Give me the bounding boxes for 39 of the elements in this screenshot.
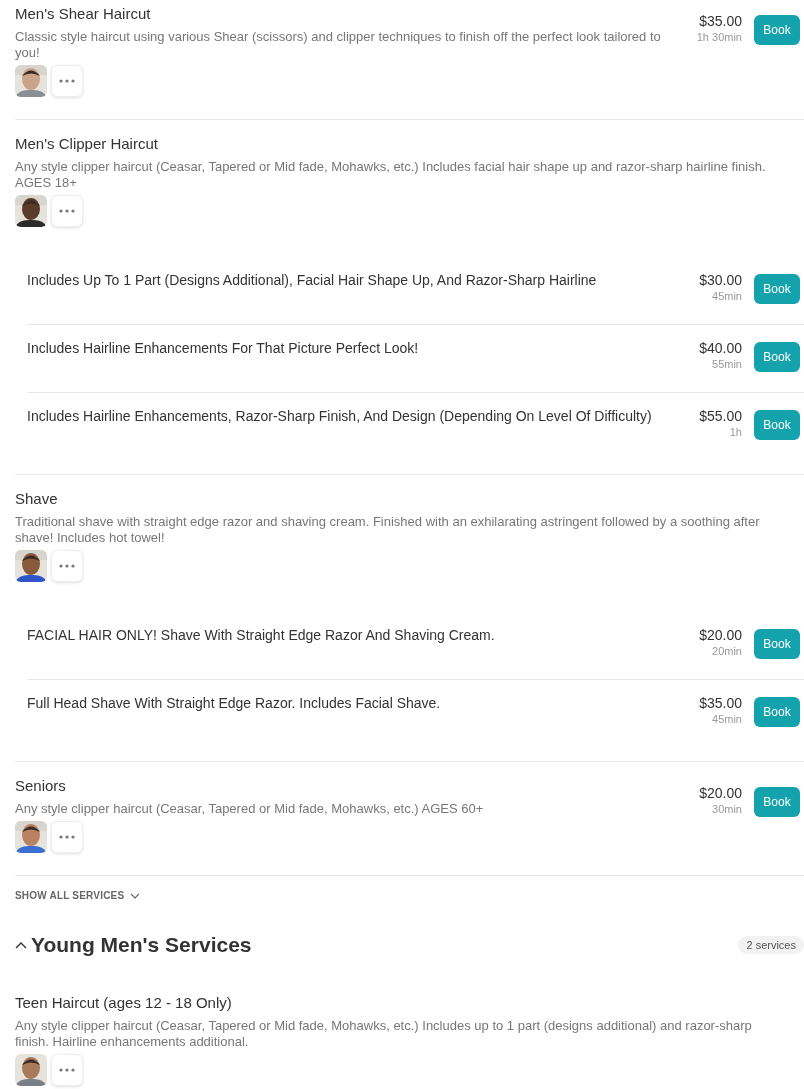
duration: 45min (712, 289, 742, 303)
service-description: Any style clipper haircut (Ceasar, Tapered or Mid fade, Mohawks, etc.) Includes up to 1 part (designs additional) and razor-sharp finish. Hairline enhancements additional. (15, 1018, 753, 1050)
service-description: Any style clipper haircut (Ceasar, Tapered or Mid fade, Mohawks, etc.) AGES 60+ (15, 801, 485, 817)
duration: 1h (729, 425, 742, 439)
book-button[interactable]: Book (754, 15, 800, 45)
duration: 20min (712, 644, 742, 658)
price: $20.00 (699, 626, 742, 644)
price: $40.00 (699, 339, 742, 357)
book-button[interactable]: Book (754, 342, 800, 372)
variant-description: Includes Hairline Enhancements, Razor-Sharp Finish, And Design (Depending On Level Of Difficulty) (27, 407, 653, 425)
category-toggle[interactable]: Young Men's Services (15, 933, 252, 957)
service-title: Men's Shear Haircut (15, 4, 152, 24)
service-title: Seniors (15, 776, 67, 796)
duration: 1h 30min (696, 30, 742, 44)
duration: 45min (712, 712, 742, 726)
book-button[interactable]: Book (754, 629, 800, 659)
service-title: Men's Clipper Haircut (15, 134, 159, 154)
service-description: Classic style haircut using various Shear (scissors) and clipper techniques to finish off the perfect look tailored to you! (15, 29, 662, 61)
price: $30.00 (699, 271, 742, 289)
show-all-services-link[interactable]: SHOW ALL SERVICES (15, 890, 141, 901)
service-count-badge: 2 services (738, 936, 804, 954)
price: $20.00 (699, 784, 742, 802)
price: $35.00 (699, 694, 742, 712)
service-title: Shave (15, 489, 59, 509)
variant-description: Full Head Shave With Straight Edge Razor. Includes Facial Shave. (27, 694, 442, 712)
price: $35.00 (699, 12, 742, 30)
book-button[interactable]: Book (754, 787, 800, 817)
variant-description: Includes Up To 1 Part (Designs Additional), Facial Hair Shape Up, And Razor-Sharp Hairline (27, 271, 598, 289)
book-button[interactable]: Book (754, 274, 800, 304)
price: $55.00 (699, 407, 742, 425)
service-description: Any style clipper haircut (Ceasar, Tapered or Mid fade, Mohawks, etc.) Includes facial hair shape up and razor-sharp hairline finish. AGES 18+ (15, 159, 767, 191)
duration: 30min (712, 802, 742, 816)
variant-description: Includes Hairline Enhancements For That Picture Perfect Look! (27, 339, 420, 357)
duration: 55min (712, 357, 742, 371)
service-description: Traditional shave with straight edge razor and shaving cream. Finished with an exhilarating astringent followed by a soothing after shave! Includes hot towel! (15, 514, 761, 546)
book-button[interactable]: Book (754, 697, 800, 727)
book-button[interactable]: Book (754, 410, 800, 440)
service-title: Teen Haircut (ages 12 - 18 Only) (15, 993, 233, 1013)
variant-description: FACIAL HAIR ONLY! Shave With Straight Edge Razor And Shaving Cream. (27, 626, 496, 644)
